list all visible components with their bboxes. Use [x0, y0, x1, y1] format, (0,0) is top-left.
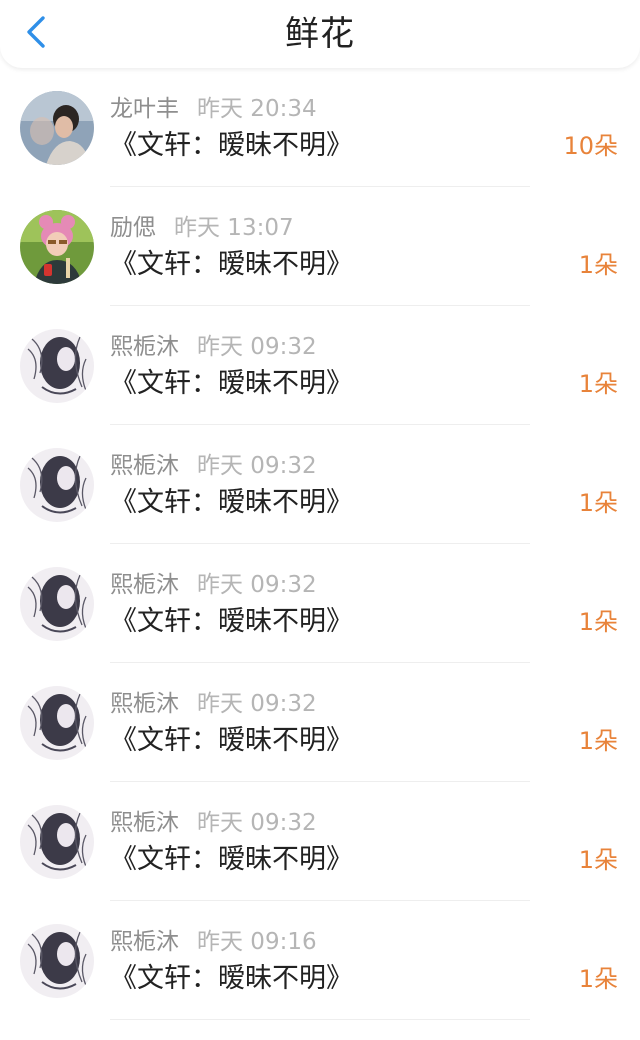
list-item[interactable]: 熙栀沐 昨天 09:32 《文轩：暧昧不明》 1朵	[0, 663, 640, 782]
flower-record-list: 龙叶丰 昨天 20:34 《文轩：暧昧不明》 10朵 励偲 昨天 13:07 《…	[0, 68, 640, 1020]
page-title: 鲜花	[285, 14, 355, 54]
user-name[interactable]: 励偲	[110, 215, 156, 241]
timestamp: 昨天 09:16	[197, 929, 317, 955]
work-title[interactable]: 《文轩：暧昧不明》	[110, 128, 353, 164]
record-meta: 熙栀沐 昨天 09:32	[110, 808, 317, 838]
record-meta: 熙栀沐 昨天 09:32	[110, 689, 317, 719]
nav-bar: 鲜花	[0, 0, 640, 68]
timestamp: 昨天 09:32	[197, 453, 317, 479]
record-meta: 龙叶丰 昨天 20:34	[110, 94, 317, 124]
timestamp: 昨天 09:32	[197, 810, 317, 836]
user-name[interactable]: 熙栀沐	[110, 691, 179, 717]
work-title[interactable]: 《文轩：暧昧不明》	[110, 723, 353, 759]
timestamp: 昨天 09:32	[197, 691, 317, 717]
record-meta: 熙栀沐 昨天 09:32	[110, 451, 317, 481]
pink-hair-avatar[interactable]	[20, 210, 94, 284]
sketch-avatar[interactable]	[20, 567, 94, 641]
sketch-avatar[interactable]	[20, 686, 94, 760]
flower-count: 1朵	[578, 727, 618, 755]
flower-count: 1朵	[578, 489, 618, 517]
timestamp: 昨天 13:07	[174, 215, 294, 241]
work-title[interactable]: 《文轩：暧昧不明》	[110, 366, 353, 402]
flower-count: 1朵	[578, 251, 618, 279]
divider	[110, 1019, 530, 1020]
record-meta: 熙栀沐 昨天 09:16	[110, 927, 317, 957]
flower-count: 1朵	[578, 608, 618, 636]
record-meta: 熙栀沐 昨天 09:32	[110, 332, 317, 362]
timestamp: 昨天 09:32	[197, 572, 317, 598]
record-meta: 熙栀沐 昨天 09:32	[110, 570, 317, 600]
record-meta: 励偲 昨天 13:07	[110, 213, 294, 243]
list-item[interactable]: 励偲 昨天 13:07 《文轩：暧昧不明》 1朵	[0, 187, 640, 306]
portrait-avatar[interactable]	[20, 91, 94, 165]
sketch-avatar[interactable]	[20, 924, 94, 998]
flower-count: 10朵	[563, 132, 618, 160]
flower-count: 1朵	[578, 370, 618, 398]
user-name[interactable]: 熙栀沐	[110, 929, 179, 955]
work-title[interactable]: 《文轩：暧昧不明》	[110, 247, 353, 283]
flower-count: 1朵	[578, 846, 618, 874]
sketch-avatar[interactable]	[20, 329, 94, 403]
timestamp: 昨天 09:32	[197, 334, 317, 360]
sketch-avatar[interactable]	[20, 448, 94, 522]
list-item[interactable]: 熙栀沐 昨天 09:32 《文轩：暧昧不明》 1朵	[0, 782, 640, 901]
work-title[interactable]: 《文轩：暧昧不明》	[110, 842, 353, 878]
list-item[interactable]: 熙栀沐 昨天 09:32 《文轩：暧昧不明》 1朵	[0, 425, 640, 544]
user-name[interactable]: 熙栀沐	[110, 810, 179, 836]
flower-count: 1朵	[578, 965, 618, 993]
list-item[interactable]: 熙栀沐 昨天 09:16 《文轩：暧昧不明》 1朵	[0, 901, 640, 1020]
user-name[interactable]: 熙栀沐	[110, 572, 179, 598]
work-title[interactable]: 《文轩：暧昧不明》	[110, 961, 353, 997]
user-name[interactable]: 熙栀沐	[110, 334, 179, 360]
sketch-avatar[interactable]	[20, 805, 94, 879]
work-title[interactable]: 《文轩：暧昧不明》	[110, 485, 353, 521]
user-name[interactable]: 龙叶丰	[110, 96, 179, 122]
user-name[interactable]: 熙栀沐	[110, 453, 179, 479]
timestamp: 昨天 20:34	[197, 96, 317, 122]
list-item[interactable]: 熙栀沐 昨天 09:32 《文轩：暧昧不明》 1朵	[0, 306, 640, 425]
list-item[interactable]: 熙栀沐 昨天 09:32 《文轩：暧昧不明》 1朵	[0, 544, 640, 663]
list-item[interactable]: 龙叶丰 昨天 20:34 《文轩：暧昧不明》 10朵	[0, 68, 640, 187]
work-title[interactable]: 《文轩：暧昧不明》	[110, 604, 353, 640]
